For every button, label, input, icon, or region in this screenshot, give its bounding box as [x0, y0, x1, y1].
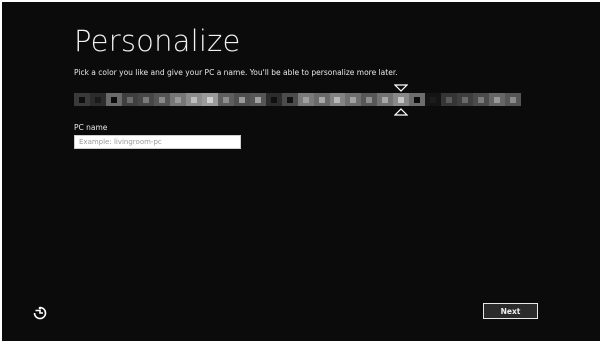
color-swatch[interactable]: [233, 93, 250, 106]
instructions-text: Pick a color you like and give your PC a…: [74, 68, 398, 77]
swatch-accent: [478, 96, 485, 103]
swatch-accent: [510, 96, 517, 103]
color-swatch[interactable]: [121, 93, 138, 106]
swatch-accent: [494, 96, 501, 103]
swatch-accent: [78, 96, 85, 103]
color-swatch[interactable]: [265, 93, 282, 106]
color-swatch[interactable]: [249, 93, 266, 106]
swatch-accent: [446, 96, 453, 103]
color-swatch[interactable]: [409, 93, 426, 106]
swatch-accent: [350, 96, 357, 103]
color-slider-handle[interactable]: [394, 84, 409, 116]
swatch-accent: [142, 96, 149, 103]
swatch-accent: [110, 96, 117, 103]
color-swatch[interactable]: [313, 93, 330, 106]
next-button[interactable]: Next: [483, 303, 538, 319]
color-swatch[interactable]: [105, 93, 122, 106]
color-swatch[interactable]: [377, 93, 394, 106]
swatch-accent: [222, 96, 229, 103]
ease-of-access-icon[interactable]: [32, 305, 48, 321]
swatch-accent: [462, 96, 469, 103]
color-slider[interactable]: [74, 93, 522, 106]
color-swatch[interactable]: [185, 93, 202, 106]
color-swatch[interactable]: [361, 93, 378, 106]
swatch-accent: [286, 96, 293, 103]
color-swatch[interactable]: [74, 93, 90, 106]
swatch-accent: [430, 96, 437, 103]
swatch-accent: [334, 96, 341, 103]
color-swatch[interactable]: [473, 93, 490, 106]
swatch-accent: [174, 96, 181, 103]
color-swatch[interactable]: [281, 93, 298, 106]
swatch-accent: [270, 96, 277, 103]
color-swatch[interactable]: [489, 93, 506, 106]
swatch-accent: [382, 96, 389, 103]
color-swatch[interactable]: [201, 93, 218, 106]
swatch-accent: [318, 96, 325, 103]
color-swatch[interactable]: [505, 93, 522, 106]
color-swatch[interactable]: [441, 93, 458, 106]
color-swatch[interactable]: [297, 93, 314, 106]
handle-arrow-up-icon: [394, 108, 409, 116]
color-swatch[interactable]: [425, 93, 442, 106]
swatch-accent: [254, 96, 261, 103]
color-swatch[interactable]: [457, 93, 474, 106]
personalize-screen: Personalize Pick a color you like and gi…: [2, 2, 600, 341]
color-swatch[interactable]: [169, 93, 186, 106]
color-swatch[interactable]: [217, 93, 234, 106]
pc-name-label: PC name: [74, 123, 108, 132]
color-swatch[interactable]: [345, 93, 362, 106]
color-swatch[interactable]: [153, 93, 170, 106]
color-swatch[interactable]: [89, 93, 106, 106]
swatch-accent: [366, 96, 373, 103]
swatch-accent: [414, 96, 421, 103]
handle-arrow-down-icon: [394, 84, 409, 92]
swatch-accent: [158, 96, 165, 103]
swatch-accent: [238, 96, 245, 103]
swatch-accent: [190, 96, 197, 103]
page-title: Personalize: [74, 24, 241, 58]
swatch-accent: [126, 96, 133, 103]
color-swatch[interactable]: [137, 93, 154, 106]
color-swatch[interactable]: [329, 93, 346, 106]
swatch-accent: [206, 96, 213, 103]
swatch-accent: [94, 96, 101, 103]
pc-name-input[interactable]: [74, 135, 241, 149]
swatch-accent: [302, 96, 309, 103]
